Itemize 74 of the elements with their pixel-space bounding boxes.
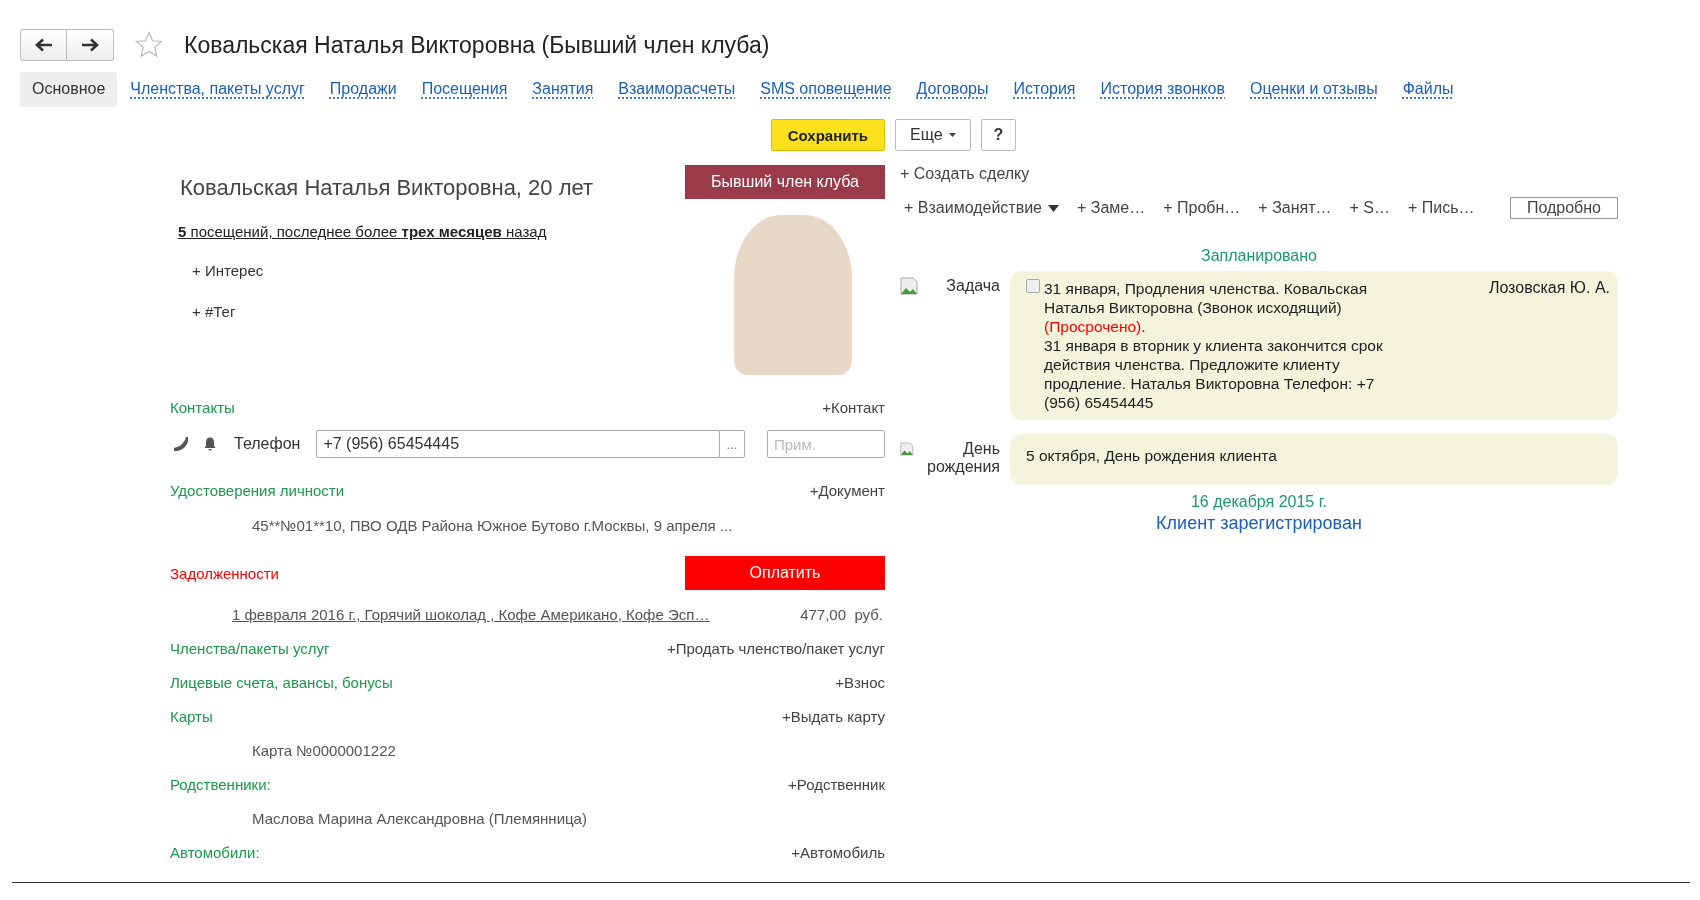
debt-link[interactable]: 1 февраля 2016 г., Горячий шоколад , Кофе Американо, Кофе Эсп… — [232, 606, 710, 623]
event-type-label: День рождения — [926, 440, 1000, 476]
add-link[interactable]: +Автомобиль — [791, 844, 885, 861]
status-badge: Бывший член клуба — [685, 165, 885, 199]
create-deal-link[interactable]: + Создать сделку — [900, 165, 1640, 183]
section-title: Автомобили: — [170, 844, 260, 861]
event-type-label: Задача — [946, 277, 1000, 295]
author-name: Лозовская Ю. А. — [1488, 279, 1610, 297]
tab[interactable]: Файлы — [1390, 72, 1466, 107]
add-tag-link[interactable]: + #Тег — [192, 303, 236, 320]
section-title: Удостоверения личности — [170, 482, 345, 499]
add-action-link[interactable]: + Взаимодействие — [904, 199, 1059, 217]
broken-image-icon — [900, 440, 914, 458]
tab[interactable]: Продажи — [317, 72, 409, 107]
broken-image-icon — [900, 277, 918, 295]
add-action-link[interactable]: + Заме… — [1077, 199, 1146, 217]
tab[interactable]: Взаиморасчеты — [606, 72, 748, 107]
task-text: 31 января, Продления членства. Ковальская Наталья Викторовна (Звонок исходящий) (Просрочено). 31 января в вторник у клиента закончится срок действия членства. Предложите клиенту продление. Наталья Викторовна Телефон: +7 (956) 65454445 — [1044, 279, 1384, 412]
phone-label: Телефон — [234, 435, 301, 453]
more-button[interactable]: Еще — [895, 119, 971, 151]
help-button[interactable]: ? — [980, 119, 1017, 151]
event-text: 5 октября, День рождения клиента — [1026, 446, 1277, 466]
tab[interactable]: Договоры — [904, 72, 1001, 107]
back-button[interactable] — [20, 29, 67, 61]
add-link[interactable]: +Выдать карту — [782, 708, 885, 725]
tab[interactable]: Занятия — [520, 72, 606, 107]
tab[interactable]: История звонков — [1088, 72, 1237, 107]
add-link[interactable]: +Продать членство/пакет услуг — [666, 640, 885, 657]
add-action-link[interactable]: + S… — [1349, 199, 1390, 217]
visits-link[interactable]: 5 посещений, последнее более трех месяцев назад — [178, 223, 547, 240]
back-arrow-icon — [34, 38, 53, 52]
bell-icon — [202, 436, 218, 452]
tab[interactable]: Членства, пакеты услуг — [118, 72, 317, 107]
note-field[interactable]: Прим. — [767, 430, 885, 458]
add-document-link[interactable]: +Документ — [809, 482, 885, 499]
caret-icon — [1048, 204, 1059, 212]
phone-icon — [174, 437, 188, 451]
add-action-link[interactable]: + Пись… — [1408, 199, 1475, 217]
star-icon[interactable] — [134, 30, 164, 60]
details-button[interactable]: Подробно — [1509, 197, 1618, 219]
section-title: Родственники: — [170, 776, 271, 793]
caret-icon — [948, 133, 956, 137]
client-name: Ковальская Наталья Викторовна, 20 лет — [180, 175, 594, 201]
save-button[interactable]: Сохранить — [770, 119, 885, 151]
section-value: Маслова Марина Александровна (Племянница) — [251, 810, 588, 827]
forward-arrow-icon — [81, 38, 99, 52]
add-action-link[interactable]: + Занят… — [1258, 199, 1332, 217]
add-link[interactable]: +Родственник — [788, 776, 885, 793]
add-link[interactable]: +Взнос — [835, 674, 885, 691]
tab[interactable]: Посещения — [409, 72, 520, 107]
planned-heading: Запланировано — [1200, 247, 1318, 265]
registered-date: 16 декабря 2015 г. — [1189, 493, 1329, 511]
tab[interactable]: Оценки и отзывы — [1238, 72, 1390, 107]
add-interest-link[interactable]: + Интерес — [192, 262, 264, 279]
registered-text: Клиент зарегистрирован — [1155, 513, 1363, 534]
section-title: Членства/пакеты услуг — [170, 640, 330, 657]
tab[interactable]: Основное — [20, 72, 118, 107]
tab[interactable]: SMS оповещение — [748, 72, 904, 107]
document-text: 45**№01**10, ПВО ОДВ Района Южное Бутово г.Москвы, 9 апреля ... — [251, 517, 734, 534]
add-contact-link[interactable]: +Контакт — [822, 399, 885, 416]
section-title: Задолженности — [170, 564, 279, 582]
debt-amount: 477,00 руб. — [800, 606, 884, 623]
section-title: Лицевые счета, авансы, бонусы — [170, 674, 393, 691]
phone-field[interactable]: +7 (956) 65454445 — [316, 430, 719, 458]
select-button[interactable]: ... — [719, 430, 745, 458]
section-title: Контакты — [170, 399, 235, 416]
window-title: Ковальская Наталья Викторовна (Бывший член клуба) — [184, 31, 770, 59]
tab[interactable]: История — [1001, 72, 1088, 107]
add-action-link[interactable]: + Пробн… — [1163, 199, 1241, 217]
pay-button[interactable]: Оплатить — [685, 556, 885, 590]
section-value: Карта №0000001222 — [251, 742, 397, 759]
section-title: Карты — [170, 708, 213, 725]
task-checkbox[interactable] — [1026, 279, 1040, 293]
forward-button[interactable] — [67, 29, 114, 61]
